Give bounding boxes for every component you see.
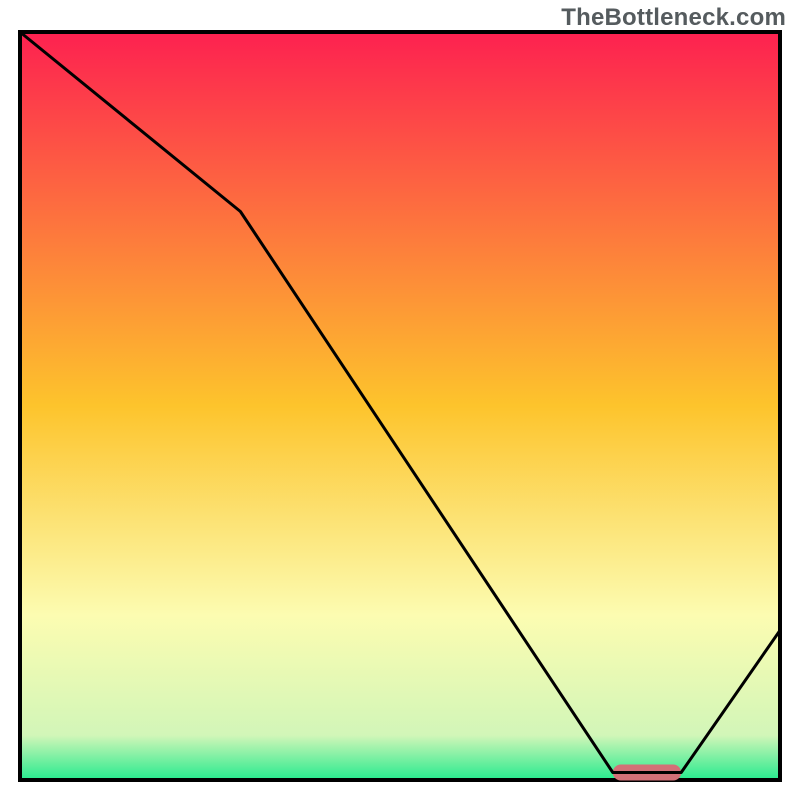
watermark-text: TheBottleneck.com: [561, 4, 786, 32]
bottleneck-chart: [0, 0, 800, 800]
plot-background: [20, 32, 780, 780]
chart-container: TheBottleneck.com: [0, 0, 800, 800]
